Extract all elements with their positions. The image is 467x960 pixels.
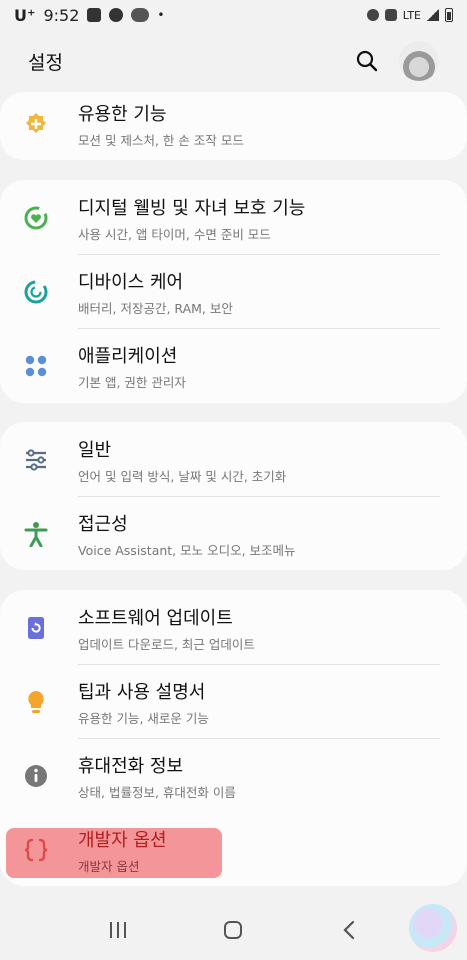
gallery-notification-icon [87,8,102,22]
settings-item-title: 디바이스 케어 [78,272,184,293]
settings-item-title: 디지털 웰빙 및 자녀 보호 기능 [78,198,306,219]
plus-badge-icon [22,110,50,138]
page-title: 설정 [28,51,63,74]
settings-item-tips[interactable]: 팁과 사용 설명서 유용한 기능, 새로운 기능 [0,664,467,738]
braces-icon [22,836,50,864]
app-header: 설정 [0,36,467,86]
settings-item-title: 휴대전화 정보 [78,756,184,777]
navigation-bar [0,900,467,960]
settings-item-accessibility[interactable]: 접근성 Voice Assistant, 모노 오디오, 보조메뉴 [0,496,467,570]
settings-item-title: 일반 [78,440,112,461]
info-icon [22,762,50,790]
settings-item-device-care[interactable]: 디바이스 케어 배터리, 저장공간, RAM, 보안 [0,254,467,328]
software-update-icon [22,614,50,642]
settings-item-title: 개발자 옵션 [78,830,167,851]
alert-notification-icon [109,8,124,22]
settings-item-title: 애플리케이션 [78,346,178,367]
settings-item-subtitle: 개발자 옵션 [78,859,140,874]
settings-item-subtitle: 배터리, 저장공간, RAM, 보안 [78,301,233,316]
battery-icon [445,8,453,22]
heart-ring-icon [22,204,50,232]
settings-item-title: 소프트웨어 업데이트 [78,608,233,629]
status-bar: U⁺ 9:52 • LTE [0,0,467,30]
settings-item-advanced-features[interactable]: 유용한 기능 모션 및 제스처, 한 손 조작 모드 [0,86,467,160]
accessibility-icon [22,520,50,548]
sliders-icon [22,446,50,474]
settings-item-subtitle: 업데이트 다운로드, 최근 업데이트 [78,637,255,652]
home-icon [224,921,243,939]
recent-apps-icon [109,922,126,938]
settings-item-applications[interactable]: 애플리케이션 기본 앱, 권한 관리자 [0,328,467,402]
network-type: LTE [402,8,421,22]
settings-item-digital-wellbeing[interactable]: 디지털 웰빙 및 자녀 보호 기능 사용 시간, 앱 타이머, 수면 준비 모드 [0,180,467,254]
settings-group-2: 디지털 웰빙 및 자녀 보호 기능 사용 시간, 앱 타이머, 수면 준비 모드… [0,180,467,403]
lightbulb-icon [22,688,50,716]
talk-notification-icon [131,8,150,22]
settings-item-about-phone[interactable]: 휴대전화 정보 상태, 법률정보, 휴대전화 이름 [0,738,467,812]
more-notifications-dot: • [157,8,165,22]
search-icon [356,50,378,72]
settings-item-subtitle: 모션 및 제스처, 한 손 조작 모드 [78,133,244,148]
settings-item-title: 유용한 기능 [78,104,167,125]
alarm-icon [366,9,379,21]
home-button[interactable] [213,910,253,950]
settings-item-subtitle: 사용 시간, 앱 타이머, 수면 준비 모드 [78,227,271,242]
signal-icon [427,9,439,21]
floating-assistant-bubble[interactable] [409,904,457,952]
settings-item-subtitle: 유용한 기능, 새로운 기능 [78,711,209,726]
search-button[interactable] [353,47,381,75]
settings-group-1: 유용한 기능 모션 및 제스처, 한 손 조작 모드 [0,92,467,160]
settings-item-title: 접근성 [78,514,128,535]
avatar[interactable] [399,41,439,81]
carrier-label: U⁺ [14,5,36,25]
settings-item-subtitle: 기본 앱, 권한 관리자 [78,375,186,390]
apps-grid-icon [22,352,50,380]
clock: 9:52 [43,5,80,25]
settings-item-developer-options[interactable]: 개발자 옵션 개발자 옵션 [0,812,467,886]
settings-item-subtitle: Voice Assistant, 모노 오디오, 보조메뉴 [78,543,296,558]
settings-item-title: 팁과 사용 설명서 [78,682,206,703]
settings-item-subtitle: 언어 및 입력 방식, 날짜 및 시간, 초기화 [78,469,287,484]
refresh-ring-icon [22,278,50,306]
back-button[interactable] [329,910,369,950]
back-icon [343,920,355,940]
settings-item-general[interactable]: 일반 언어 및 입력 방식, 날짜 및 시간, 초기화 [0,422,467,496]
recent-apps-button[interactable] [98,910,138,950]
settings-item-subtitle: 상태, 법률정보, 휴대전화 이름 [78,785,236,800]
settings-group-3: 일반 언어 및 입력 방식, 날짜 및 시간, 초기화 접근성 Voice As… [0,422,467,570]
settings-item-software-update[interactable]: 소프트웨어 업데이트 업데이트 다운로드, 최근 업데이트 [0,590,467,664]
mute-icon [384,9,397,21]
